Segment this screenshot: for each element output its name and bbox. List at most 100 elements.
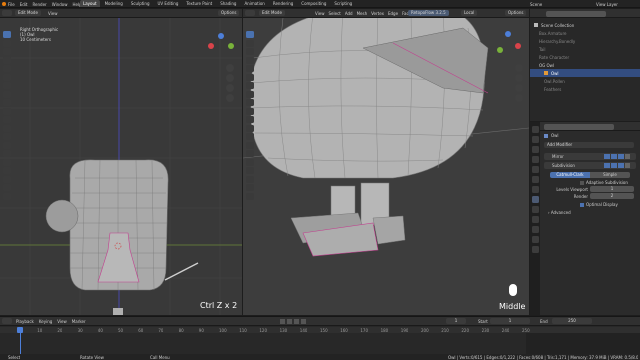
rip-region-tool[interactable] (3, 192, 11, 200)
poly-build-tool[interactable] (3, 141, 11, 149)
simple-button[interactable]: Simple (590, 172, 630, 178)
right-cursor-tool[interactable] (246, 39, 254, 47)
marker-menu[interactable]: Marker (72, 319, 86, 324)
play-icon[interactable] (294, 319, 299, 324)
tab-rendering[interactable]: Rendering (270, 0, 296, 7)
modifier-toggles-icon[interactable] (604, 154, 630, 159)
axis-y-icon[interactable] (228, 43, 234, 49)
right-transform-tool[interactable] (246, 73, 254, 81)
physics-tab-icon[interactable] (531, 216, 539, 223)
outliner-row[interactable]: Owl.Pollen (530, 77, 640, 85)
left-view-menu[interactable]: View (48, 11, 58, 16)
add-modifier-button[interactable]: Add Modifier (544, 142, 634, 148)
right-move-tool[interactable] (246, 48, 254, 55)
outliner-row[interactable]: Box.Armature (530, 29, 640, 37)
move-tool[interactable] (3, 48, 11, 55)
transform-orientation-dropdown[interactable]: Local (461, 10, 478, 16)
end-frame-field[interactable]: 250 (552, 318, 592, 324)
right-extrude-tool[interactable] (246, 99, 254, 106)
right-spin-tool[interactable] (246, 150, 254, 157)
tab-scripting[interactable]: Scripting (331, 0, 355, 7)
right-annotate-tool[interactable] (246, 82, 254, 89)
material-tab-icon[interactable] (531, 246, 539, 253)
axis-x-icon[interactable] (208, 43, 214, 49)
right-inset-tool[interactable] (246, 107, 254, 115)
render-tab-icon[interactable] (531, 136, 539, 143)
outliner-row[interactable]: Hierarchy.Bonedly (530, 37, 640, 45)
rotate-tool[interactable] (3, 56, 11, 64)
cursor-tool[interactable] (3, 39, 11, 47)
scene-selector[interactable]: Scene (530, 2, 542, 7)
extrude-tool[interactable] (3, 99, 11, 106)
right-options-button[interactable]: Options (505, 10, 527, 16)
left-gizmo[interactable] (208, 33, 234, 59)
adaptive-subdivision-row[interactable]: Adaptive Subdivision (580, 180, 628, 185)
current-frame-field[interactable]: 1 (446, 318, 466, 324)
render-levels-field[interactable]: 2 (590, 193, 634, 199)
outliner-row[interactable]: Rote Character (530, 53, 640, 61)
playback-menu[interactable]: Playback (16, 319, 34, 324)
object-tab-icon[interactable] (531, 186, 539, 193)
optimal-display-row[interactable]: Optimal Display (580, 202, 618, 207)
tab-compositing[interactable]: Compositing (298, 0, 329, 7)
blender-logo-icon[interactable] (2, 1, 6, 6)
right-smooth-tool[interactable] (246, 158, 254, 166)
right-edge-slide-tool[interactable] (246, 167, 254, 174)
camera-icon[interactable] (226, 84, 234, 92)
tab-sculpting[interactable]: Sculpting (128, 0, 153, 7)
right-axis-x-icon[interactable] (515, 43, 521, 49)
right-shear-tool[interactable] (246, 184, 254, 191)
right-menu-view[interactable]: View (315, 11, 325, 16)
retopoflow-button[interactable]: RetopoFlow 3.2.5 (408, 10, 449, 16)
tab-animation[interactable]: Animation (241, 0, 267, 7)
right-menu-vertex[interactable]: Vertex (371, 11, 384, 16)
right-rip-region-tool[interactable] (246, 192, 254, 200)
right-bevel-tool[interactable] (246, 116, 254, 123)
tab-modeling[interactable]: Modeling (102, 0, 126, 7)
modifier-subdivision-row[interactable]: Subdivision (544, 162, 636, 169)
right-scale-tool[interactable] (246, 65, 254, 72)
outliner-row[interactable]: Tail (530, 45, 640, 53)
outliner-row[interactable]: Scene Collection (530, 21, 640, 29)
right-rotate-tool[interactable] (246, 56, 254, 64)
world-tab-icon[interactable] (531, 176, 539, 183)
pan-hand-icon[interactable] (226, 74, 234, 82)
right-menu-edge[interactable]: Edge (388, 11, 398, 16)
jump-end-icon[interactable] (301, 319, 306, 324)
knife-tool[interactable] (3, 133, 11, 140)
editor-type-button[interactable] (2, 10, 12, 16)
tool-tab-icon[interactable] (531, 126, 539, 133)
right-axis-y-icon[interactable] (497, 47, 503, 53)
keying-menu[interactable]: Keying (39, 319, 52, 324)
play-reverse-icon[interactable] (287, 319, 292, 324)
axis-z-icon[interactable] (218, 33, 224, 39)
right-zoom-icon[interactable] (515, 64, 523, 72)
right-loop-cut-tool[interactable] (246, 124, 254, 132)
view-layer-selector[interactable]: View Layer (596, 2, 618, 7)
right-pan-hand-icon[interactable] (515, 74, 523, 82)
loop-cut-tool[interactable] (3, 124, 11, 132)
right-editor-type-button[interactable] (245, 10, 255, 16)
outliner-row-selected[interactable]: Owl (530, 69, 640, 77)
levels-viewport-field[interactable]: 1 (590, 186, 634, 192)
measure-tool[interactable] (3, 90, 11, 98)
annotate-tool[interactable] (3, 82, 11, 89)
optimal-checkbox[interactable] (580, 202, 584, 207)
right-axis-z-icon[interactable] (505, 31, 511, 37)
left-options-button[interactable]: Options (218, 10, 240, 16)
menu-edit[interactable]: Edit (20, 2, 28, 7)
bevel-tool[interactable] (3, 116, 11, 123)
smooth-tool[interactable] (3, 158, 11, 166)
right-viewport[interactable]: Edit Mode View Select Add Mesh Vertex Ed… (243, 9, 529, 315)
scale-tool[interactable] (3, 65, 11, 72)
adaptive-checkbox[interactable] (580, 180, 584, 185)
start-frame-field[interactable]: 1 (490, 318, 530, 324)
outliner-search-input[interactable] (546, 10, 606, 17)
select-box-tool[interactable] (3, 31, 11, 38)
right-menu-mesh[interactable]: Mesh (357, 11, 368, 16)
right-knife-tool[interactable] (246, 133, 254, 140)
tab-shading[interactable]: Shading (217, 0, 239, 7)
view-layer-tab-icon[interactable] (531, 156, 539, 163)
shrink-fatten-tool[interactable] (3, 175, 11, 183)
right-grid-icon[interactable] (515, 94, 523, 102)
